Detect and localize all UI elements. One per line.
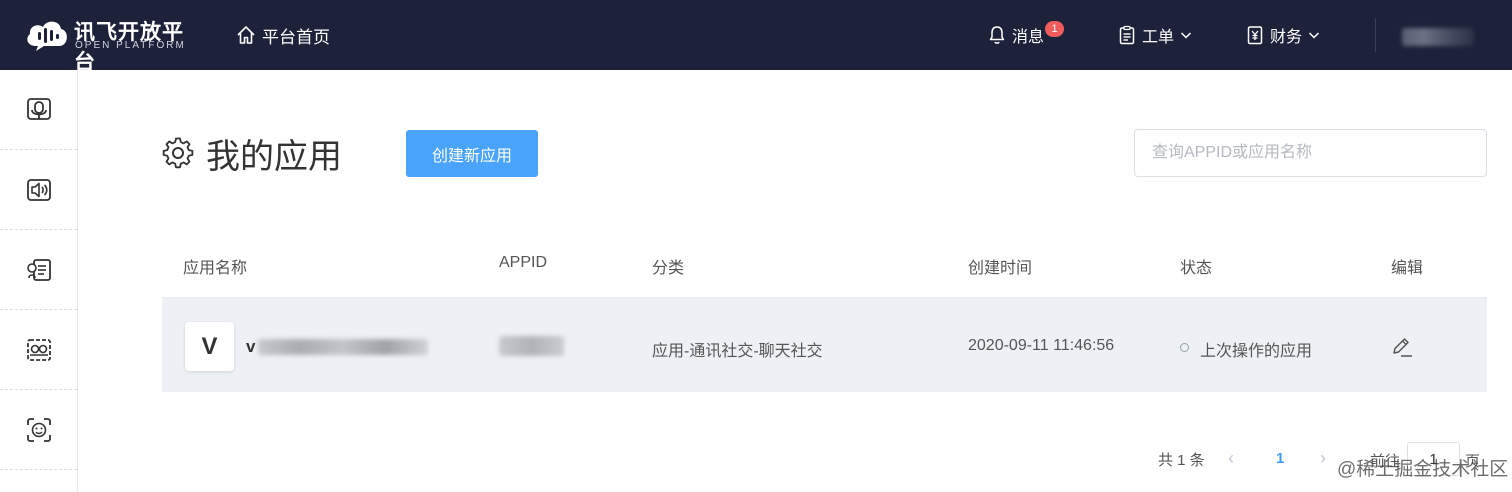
nav-home-label: 平台首页 [262,27,330,47]
nav-messages-label: 消息 [1012,29,1045,46]
clipboard-icon [1119,25,1135,45]
sidebar-item-voice-dictation[interactable] [0,70,77,150]
app-name[interactable]: v [246,337,255,357]
app-icon: V [185,322,234,371]
nav-tickets[interactable]: 工单 [1118,22,1192,48]
pagination-total: 共 1 条 [1158,452,1205,469]
sidebar-item-translation[interactable] [0,310,77,390]
yuan-document-icon [1247,26,1263,45]
nav-tickets-label: 工单 [1142,29,1175,46]
column-header-edit: 编辑 [1391,260,1424,277]
column-header-category: 分类 [652,260,685,277]
chevron-down-icon [1308,32,1320,39]
page-title-label: 我的应用 [206,137,342,176]
gear-icon [162,137,194,169]
bell-icon [989,26,1005,44]
app-category: 应用-通讯社交-聊天社交 [652,343,823,360]
speech-synthesis-icon [26,178,51,201]
voice-dictation-icon [26,97,51,120]
nav-messages[interactable]: 消息 [988,22,1044,48]
appid-redacted [499,336,564,356]
edit-pencil-icon[interactable] [1390,335,1414,359]
app-status: 上次操作的应用 [1200,343,1313,360]
brand-subtitle: OPEN PLATFORM [75,40,186,51]
sidebar-item-text-recognition[interactable] [0,230,77,310]
sidebar [0,70,78,492]
face-recognition-icon [26,417,51,442]
text-recognition-icon [26,258,51,281]
sidebar-item-face-recognition[interactable] [0,390,77,470]
column-header-status: 状态 [1180,260,1213,277]
nav-finance-label: 财务 [1270,29,1303,46]
top-bar: 讯飞开放平台 OPEN PLATFORM 平台首页 消息 1 工单 财务 [0,0,1512,74]
column-header-created: 创建时间 [968,260,1033,277]
pagination-prev-icon[interactable]: ‹ [1228,448,1234,469]
sidebar-item-speech-synthesis[interactable] [0,150,77,230]
brand-logo[interactable]: 讯飞开放平台 OPEN PLATFORM [24,14,204,74]
pagination-page-number[interactable]: 1 [1276,450,1284,467]
app-name-redacted [258,339,428,355]
column-header-appid: APPID [499,254,548,271]
messages-count-badge: 1 [1045,21,1064,37]
nav-finance[interactable]: 财务 [1246,22,1320,48]
app-created-time: 2020-09-11 11:46:56 [968,337,1115,354]
column-header-app-name: 应用名称 [183,260,248,277]
pagination-next-icon[interactable]: › [1320,448,1326,469]
watermark: @稀土掘金技术社区 [1337,459,1509,480]
page-title: 我的应用 [162,132,342,176]
chevron-down-icon [1180,32,1192,39]
nav-home-link[interactable]: 平台首页 [236,22,330,48]
create-app-button[interactable]: 创建新应用 [406,130,538,177]
user-account-menu[interactable] [1402,28,1474,46]
translation-icon [26,338,51,361]
nav-divider [1375,18,1376,52]
search-input[interactable] [1134,129,1487,177]
home-icon [237,26,255,44]
cloud-logo-icon [27,21,67,51]
status-dot [1180,343,1189,352]
